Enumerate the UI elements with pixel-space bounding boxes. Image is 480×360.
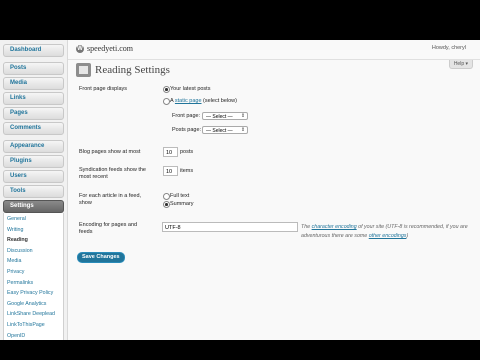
blog-pages-suffix: posts — [180, 149, 194, 155]
other-encodings-link[interactable]: other encodings — [369, 233, 407, 239]
submenu-item-privacy[interactable]: Privacy — [4, 267, 63, 278]
sidebar-item-users[interactable]: Users — [3, 170, 64, 183]
encoding-label: Encoding for pages and feeds — [79, 222, 138, 235]
submenu-item-media[interactable]: Media — [4, 256, 63, 267]
submenu-item-linkshare-deeplead[interactable]: LinkShare Deeplead — [4, 309, 63, 320]
front-page-select[interactable]: — Select — ⇕ — [202, 112, 248, 120]
wordpress-logo-icon: W — [76, 45, 84, 53]
character-encoding-link[interactable]: character encoding — [312, 224, 357, 230]
encoding-desc-part3: ) — [406, 233, 409, 239]
admin-header: W speedyeti.com Howdy, cheryl — [68, 40, 480, 60]
wordpress-admin-screen: Dashboard Posts Media Links Pages Commen… — [0, 40, 480, 340]
static-page-radio[interactable] — [163, 98, 170, 105]
admin-sidebar: Dashboard Posts Media Links Pages Commen… — [0, 40, 68, 340]
front-page-label: Front page displays — [79, 86, 127, 92]
select-arrows-icon: ⇕ — [240, 127, 246, 133]
feed-summary-radio[interactable] — [163, 201, 170, 208]
submenu-item-google-analytics[interactable]: Google Analytics — [4, 299, 63, 310]
sidebar-item-posts[interactable]: Posts — [3, 62, 64, 75]
latest-posts-radio[interactable] — [163, 86, 170, 93]
posts-page-select-label: Posts page: — [172, 127, 202, 133]
sidebar-item-tools[interactable]: Tools — [3, 185, 64, 198]
submenu-item-writing[interactable]: Writing — [4, 225, 63, 236]
save-changes-button[interactable]: Save Changes — [77, 252, 125, 263]
sidebar-item-appearance[interactable]: Appearance — [3, 140, 64, 153]
submenu-item-openid[interactable]: OpenID — [4, 331, 63, 340]
submenu-item-linktothispage[interactable]: LinkToThisPage — [4, 320, 63, 331]
blog-pages-input[interactable]: 10 — [163, 147, 178, 157]
submenu-item-easy-privacy-policy[interactable]: Easy Privacy Policy — [4, 288, 63, 299]
feed-full-text-radio[interactable] — [163, 193, 170, 200]
posts-page-select-value: — Select — — [206, 128, 233, 134]
sidebar-item-plugins[interactable]: Plugins — [3, 155, 64, 168]
syndication-suffix: items — [180, 168, 194, 174]
feed-full-text-label: Full text — [170, 193, 190, 199]
sidebar-item-settings[interactable]: Settings — [3, 200, 64, 213]
submenu-item-discussion[interactable]: Discussion — [4, 246, 63, 257]
static-page-link[interactable]: static page — [175, 98, 202, 104]
sidebar-item-pages[interactable]: Pages — [3, 107, 64, 120]
feed-label: For each article in a feed, show — [79, 193, 142, 206]
sidebar-item-media[interactable]: Media — [3, 77, 64, 90]
encoding-desc-part1: The — [301, 224, 312, 230]
settings-submenu: General Writing Reading Discussion Media… — [3, 213, 64, 340]
syndication-label: Syndication feeds show the most recent — [79, 167, 146, 180]
static-page-option-label: A static page (select below) — [170, 98, 237, 104]
latest-posts-option-label: Your latest posts — [170, 86, 211, 92]
submenu-item-permalinks[interactable]: Permalinks — [4, 278, 63, 289]
syndication-input[interactable]: 10 — [163, 166, 178, 176]
select-arrows-icon: ⇕ — [240, 113, 246, 119]
sidebar-item-dashboard[interactable]: Dashboard — [3, 44, 64, 57]
front-page-select-value: — Select — — [206, 114, 233, 120]
sidebar-item-links[interactable]: Links — [3, 92, 64, 105]
site-name-link[interactable]: speedyeti.com — [87, 44, 133, 53]
page-title: Reading Settings — [95, 64, 170, 76]
encoding-input[interactable]: UTF-8 — [162, 222, 298, 232]
help-tab-button[interactable]: Help ▾ — [448, 60, 473, 69]
submenu-item-general[interactable]: General — [4, 214, 63, 225]
submenu-item-reading[interactable]: Reading — [4, 235, 63, 246]
feed-summary-label: Summary — [170, 201, 194, 207]
reading-settings-icon — [76, 63, 91, 77]
howdy-user-text[interactable]: Howdy, cheryl — [432, 45, 466, 51]
front-page-select-label: Front page: — [172, 113, 201, 119]
sidebar-item-comments[interactable]: Comments — [3, 122, 64, 135]
static-page-suffix: (select below) — [201, 98, 237, 104]
encoding-description: The character encoding of your site (UTF… — [301, 223, 473, 241]
posts-page-select[interactable]: — Select — ⇕ — [202, 126, 248, 134]
blog-pages-label: Blog pages show at most — [79, 149, 141, 155]
